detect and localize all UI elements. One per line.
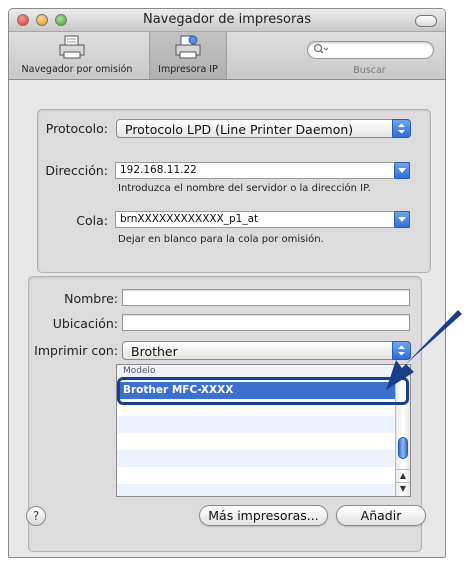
search-icon xyxy=(313,43,329,58)
queue-hint: Dejar en blanco para la cola por omisión… xyxy=(118,234,324,245)
print-with-popup[interactable]: Brother xyxy=(122,341,411,360)
network-printer-icon xyxy=(173,35,203,59)
address-combo-field[interactable]: 192.168.11.22 xyxy=(115,162,410,179)
scroll-down-icon[interactable]: ▼ xyxy=(396,482,410,496)
window-title: Navegador de impresoras xyxy=(142,12,312,27)
model-list-header: Modelo xyxy=(123,366,156,376)
list-item[interactable]: Brother MFC-XXXX xyxy=(117,382,400,399)
search-label: Buscar xyxy=(353,65,386,76)
address-hint: Introduzca el nombre del servidor o la d… xyxy=(118,183,371,194)
print-with-value: Brother xyxy=(131,344,178,359)
list-item[interactable] xyxy=(117,450,400,467)
printer-icon xyxy=(57,35,87,59)
scroll-thumb[interactable] xyxy=(398,437,408,459)
print-with-label: Imprimir con: xyxy=(34,343,118,358)
address-value: 192.168.11.22 xyxy=(120,164,197,176)
toolbar: Navegador por omisión Impresora IP Busca… xyxy=(9,32,445,80)
callout-arrow-icon xyxy=(370,310,467,403)
default-browser-label: Navegador por omisión xyxy=(21,64,133,75)
add-button[interactable]: Añadir xyxy=(336,505,426,526)
ip-printer-label: Impresora IP xyxy=(158,64,218,75)
name-field[interactable] xyxy=(122,289,410,306)
updown-arrows-icon xyxy=(392,119,411,138)
protocol-value: Protocolo LPD (Line Printer Daemon) xyxy=(125,122,354,137)
queue-label: Cola: xyxy=(76,213,108,228)
more-printers-button[interactable]: Más impresoras... xyxy=(199,505,328,526)
list-item[interactable] xyxy=(117,416,400,433)
default-browser-button[interactable]: Navegador por omisión xyxy=(9,32,145,79)
chevron-down-icon[interactable] xyxy=(394,211,410,228)
list-item[interactable] xyxy=(117,399,400,416)
location-label: Ubicación: xyxy=(52,316,118,331)
list-item[interactable] xyxy=(117,484,400,496)
chevron-down-icon[interactable] xyxy=(394,162,410,179)
queue-value: brnXXXXXXXXXXXX_p1_at xyxy=(120,213,259,225)
address-label: Dirección: xyxy=(45,163,108,178)
model-name: Brother MFC-XXXX xyxy=(123,384,234,396)
search-field[interactable] xyxy=(307,41,434,59)
location-field[interactable] xyxy=(122,314,410,331)
list-item[interactable] xyxy=(117,467,400,484)
model-list[interactable]: Modelo Brother MFC-XXXX ▲ ▼ xyxy=(116,364,411,497)
name-label: Nombre: xyxy=(64,291,118,306)
protocol-popup[interactable]: Protocolo LPD (Line Printer Daemon) xyxy=(116,119,411,138)
queue-combo-field[interactable]: brnXXXXXXXXXXXX_p1_at xyxy=(115,211,410,228)
ip-printer-button[interactable]: Impresora IP xyxy=(149,32,227,79)
list-item[interactable] xyxy=(117,433,400,450)
title-bar: Navegador de impresoras xyxy=(9,9,445,32)
protocol-label: Protocolo: xyxy=(45,121,108,136)
toolbar-toggle-button[interactable] xyxy=(415,15,437,27)
list-header-row: Modelo xyxy=(117,365,400,382)
scroll-up-icon[interactable]: ▲ xyxy=(396,469,410,483)
help-button[interactable]: ? xyxy=(26,506,46,526)
